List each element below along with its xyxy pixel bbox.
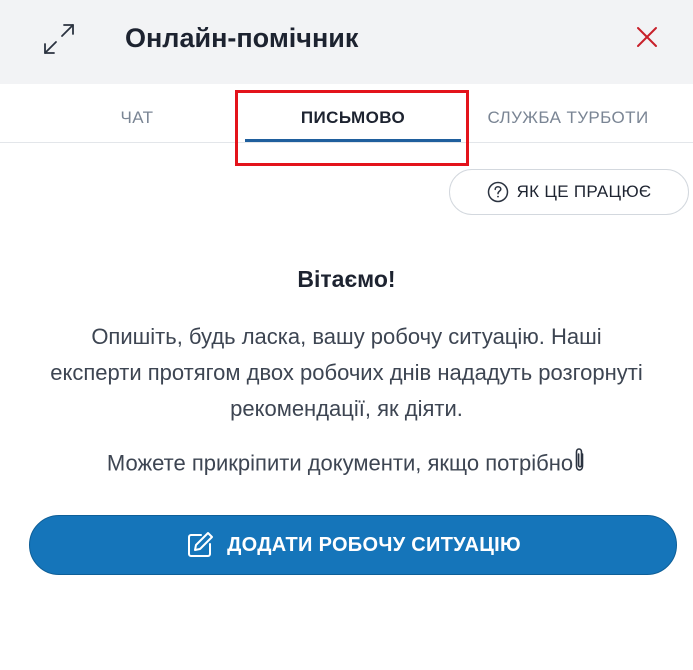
add-work-situation-button[interactable]: ДОДАТИ РОБОЧУ СИТУАЦІЮ — [29, 515, 677, 575]
tab-bar: ЧАТ ПИСЬМОВО СЛУЖБА ТУРБОТИ — [0, 84, 693, 143]
question-circle-icon — [487, 181, 508, 203]
panel-title: Онлайн-помічник — [125, 23, 359, 53]
tab-chat[interactable]: ЧАТ — [77, 84, 197, 142]
description-text: Опишіть, будь ласка, вашу робочу ситуаці… — [50, 324, 643, 421]
paperclip-icon — [574, 447, 586, 482]
attach-note-text: Можете прикріпити документи, якщо потріб… — [106, 450, 574, 476]
how-it-works-label: ЯК ЦЕ ПРАЦЮЄ — [516, 182, 652, 201]
expand-button[interactable] — [40, 20, 78, 58]
how-it-works-button[interactable]: ЯК ЦЕ ПРАЦЮЄ — [449, 169, 689, 215]
greeting-heading: Вітаємо! — [297, 266, 396, 292]
close-icon — [637, 27, 657, 47]
tab-written[interactable]: ПИСЬМОВО — [245, 84, 461, 142]
expand-arrows-icon — [44, 24, 74, 54]
assistant-header: Онлайн-помічник — [0, 0, 693, 84]
add-button-label: ДОДАТИ РОБОЧУ СИТУАЦІЮ — [227, 533, 521, 556]
edit-icon — [188, 532, 214, 557]
tab-care-service[interactable]: СЛУЖБА ТУРБОТИ — [478, 84, 658, 142]
close-button[interactable] — [631, 21, 663, 53]
active-tab-indicator — [245, 139, 461, 142]
attach-note: Можете прикріпити документи, якщо потріб… — [0, 447, 693, 482]
